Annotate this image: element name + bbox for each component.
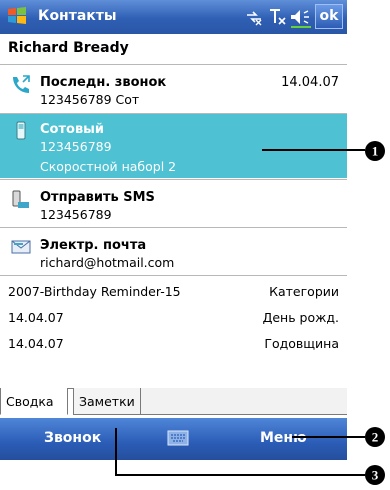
- callout-2: 2: [364, 426, 386, 452]
- callout-number: 2: [372, 430, 379, 445]
- callout-3: 3: [364, 464, 386, 490]
- callout-lines: [115, 149, 365, 476]
- callout-1: 1: [364, 140, 386, 166]
- callout-number: 3: [372, 468, 379, 483]
- callout-number: 1: [372, 144, 379, 159]
